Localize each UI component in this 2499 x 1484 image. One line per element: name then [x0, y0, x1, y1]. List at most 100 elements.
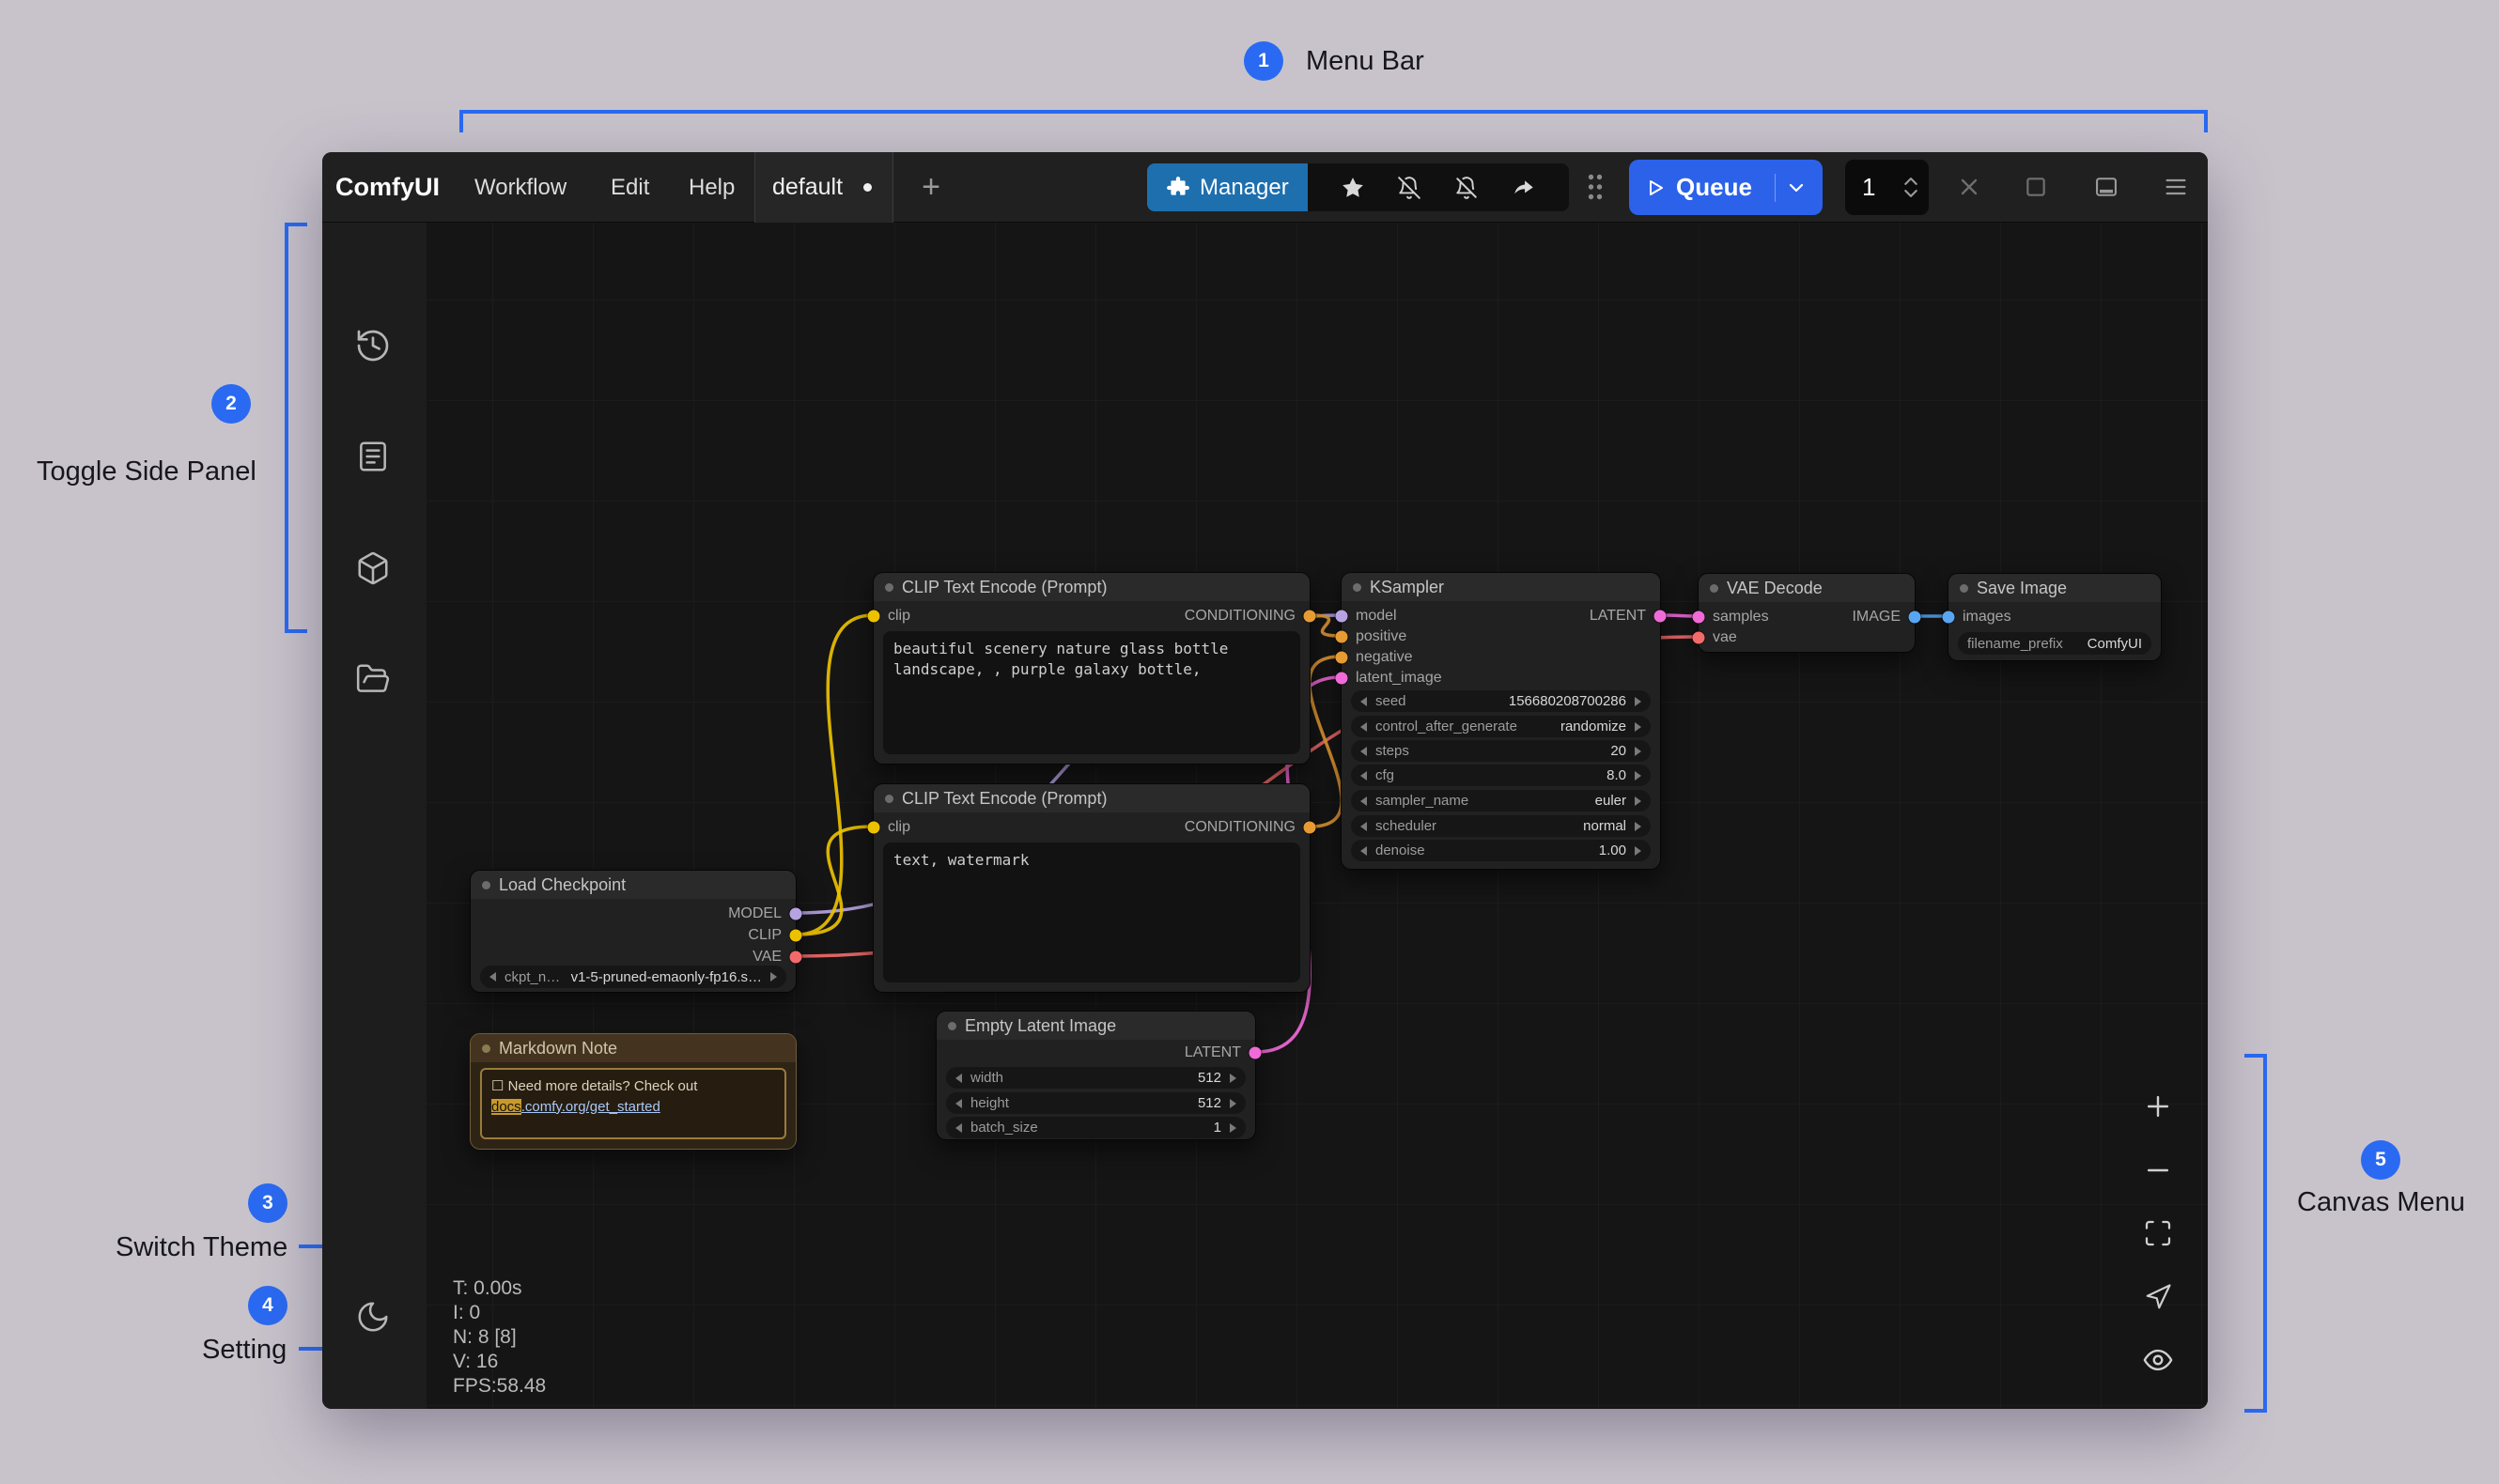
- widget-scheduler[interactable]: schedulernormal: [1351, 815, 1651, 837]
- batch-count-stepper[interactable]: 1: [1845, 160, 1929, 215]
- output-port-model[interactable]: [790, 908, 802, 920]
- next-value-icon[interactable]: [1635, 846, 1641, 856]
- manager-button[interactable]: Manager: [1147, 163, 1308, 211]
- input-port-clip[interactable]: [868, 822, 880, 834]
- prev-value-icon[interactable]: [1360, 771, 1367, 781]
- widget-cfg[interactable]: cfg8.0: [1351, 765, 1651, 786]
- output-port-latent[interactable]: [1250, 1047, 1262, 1059]
- node-empty-latent-image[interactable]: Empty Latent Image LATENT width512 heigh…: [936, 1011, 1256, 1140]
- widget-control-after-generate[interactable]: control_after_generaterandomize: [1351, 716, 1651, 737]
- menu-help[interactable]: Help: [689, 152, 735, 223]
- clear-queue-button[interactable]: [1950, 168, 1988, 206]
- node-ksampler[interactable]: KSampler model LATENT positive negative …: [1341, 572, 1661, 870]
- bell-slash-icon[interactable]: [1454, 176, 1479, 200]
- next-value-icon[interactable]: [1635, 722, 1641, 732]
- input-port-positive[interactable]: [1336, 631, 1348, 643]
- zoom-out-button[interactable]: [2139, 1152, 2177, 1189]
- prev-value-icon[interactable]: [1360, 796, 1367, 806]
- widget-ckpt-name[interactable]: ckpt_name v1-5-pruned-emaonly-fp16.s…: [480, 966, 786, 988]
- sidebar-item-node-list[interactable]: [354, 438, 392, 475]
- output-port-conditioning[interactable]: [1304, 611, 1316, 623]
- select-mode-button[interactable]: [2139, 1278, 2177, 1316]
- prev-value-icon[interactable]: [955, 1099, 962, 1108]
- next-value-icon[interactable]: [1635, 822, 1641, 831]
- graph-canvas[interactable]: Load Checkpoint MODEL CLIP VAE ckpt_name…: [427, 223, 2208, 1409]
- output-port-image[interactable]: [1909, 611, 1921, 624]
- chevron-down-icon[interactable]: [1785, 177, 1808, 199]
- widget-label: batch_size: [970, 1120, 1038, 1136]
- output-port-vae[interactable]: [790, 951, 802, 964]
- prev-value-icon[interactable]: [1360, 697, 1367, 706]
- widget-seed[interactable]: seed156680208700286: [1351, 690, 1651, 712]
- output-port-conditioning[interactable]: [1304, 822, 1316, 834]
- prev-value-icon[interactable]: [1360, 722, 1367, 732]
- node-vae-decode[interactable]: VAE Decode samples IMAGE vae: [1698, 573, 1916, 653]
- prompt-textarea[interactable]: text, watermark: [883, 842, 1300, 982]
- stop-button[interactable]: [2017, 168, 2055, 206]
- widget-denoise[interactable]: denoise1.00: [1351, 840, 1651, 861]
- toggle-link-visibility-button[interactable]: [2139, 1341, 2177, 1379]
- widget-sampler-name[interactable]: sampler_nameeuler: [1351, 790, 1651, 812]
- next-value-icon[interactable]: [770, 972, 777, 982]
- port-label-image: IMAGE: [1852, 609, 1901, 626]
- widget-height[interactable]: height512: [946, 1092, 1246, 1114]
- input-port-samples[interactable]: [1693, 611, 1705, 624]
- widget-width[interactable]: width512: [946, 1067, 1246, 1089]
- next-value-icon[interactable]: [1635, 697, 1641, 706]
- next-value-icon[interactable]: [1635, 796, 1641, 806]
- menu-edit[interactable]: Edit: [611, 152, 649, 223]
- bell-off-icon[interactable]: [1397, 176, 1421, 200]
- node-clip-text-encode-negative[interactable]: CLIP Text Encode (Prompt) clip CONDITION…: [873, 783, 1311, 993]
- workflow-tab-default[interactable]: default: [754, 152, 893, 223]
- input-port-vae[interactable]: [1693, 632, 1705, 644]
- input-port-model[interactable]: [1336, 611, 1348, 623]
- wire-clip-negative[interactable]: [797, 827, 873, 935]
- docs-link[interactable]: .comfy.org/get_started: [521, 1099, 660, 1115]
- input-port-images[interactable]: [1943, 611, 1955, 624]
- widget-filename-prefix[interactable]: filename_prefix ComfyUI: [1958, 632, 2151, 655]
- node-load-checkpoint[interactable]: Load Checkpoint MODEL CLIP VAE ckpt_name…: [470, 870, 797, 993]
- output-port-clip[interactable]: [790, 930, 802, 942]
- sidebar-item-model-library[interactable]: [354, 549, 392, 587]
- annotation-badge-2: 2: [211, 384, 251, 424]
- next-value-icon[interactable]: [1230, 1123, 1236, 1133]
- fit-view-button[interactable]: [2139, 1214, 2177, 1252]
- input-port-negative[interactable]: [1336, 652, 1348, 664]
- node-clip-text-encode-positive[interactable]: CLIP Text Encode (Prompt) clip CONDITION…: [873, 572, 1311, 765]
- minus-icon: [2142, 1154, 2174, 1186]
- new-workflow-tab-button[interactable]: +: [912, 168, 950, 206]
- node-save-image[interactable]: Save Image images filename_prefix ComfyU…: [1948, 573, 2162, 661]
- prev-value-icon[interactable]: [489, 972, 496, 982]
- next-value-icon[interactable]: [1635, 747, 1641, 756]
- docs-link[interactable]: docs: [491, 1099, 521, 1115]
- menu-workflow[interactable]: Workflow: [474, 152, 567, 223]
- sidebar-item-workflows[interactable]: [354, 660, 392, 698]
- widget-label: sampler_name: [1375, 793, 1468, 809]
- input-port-latent-image[interactable]: [1336, 672, 1348, 685]
- prev-value-icon[interactable]: [1360, 846, 1367, 856]
- next-value-icon[interactable]: [1230, 1074, 1236, 1083]
- next-value-icon[interactable]: [1230, 1099, 1236, 1108]
- prompt-textarea[interactable]: beautiful scenery nature glass bottle la…: [883, 631, 1300, 754]
- drag-handle-icon[interactable]: [1576, 168, 1614, 206]
- prev-value-icon[interactable]: [1360, 747, 1367, 756]
- star-icon[interactable]: [1341, 176, 1365, 200]
- queue-button[interactable]: Queue: [1629, 160, 1823, 215]
- settings-button[interactable]: [354, 1408, 392, 1409]
- prev-value-icon[interactable]: [1360, 822, 1367, 831]
- prev-value-icon[interactable]: [955, 1074, 962, 1083]
- theme-toggle-button[interactable]: [354, 1298, 392, 1336]
- main-menu-button[interactable]: [2157, 168, 2195, 206]
- bottom-panel-toggle-button[interactable]: [2088, 168, 2125, 206]
- prev-value-icon[interactable]: [955, 1123, 962, 1133]
- wire-clip-positive[interactable]: [797, 615, 873, 935]
- node-markdown-note[interactable]: Markdown Note ☐ Need more details? Check…: [470, 1033, 797, 1150]
- widget-steps[interactable]: steps20: [1351, 740, 1651, 762]
- sidebar-item-queue-history[interactable]: [354, 327, 392, 364]
- widget-batch-size[interactable]: batch_size1: [946, 1117, 1246, 1138]
- zoom-in-button[interactable]: [2139, 1088, 2177, 1125]
- share-arrow-icon[interactable]: [1512, 176, 1536, 200]
- input-port-clip[interactable]: [868, 611, 880, 623]
- next-value-icon[interactable]: [1635, 771, 1641, 781]
- output-port-latent[interactable]: [1654, 611, 1667, 623]
